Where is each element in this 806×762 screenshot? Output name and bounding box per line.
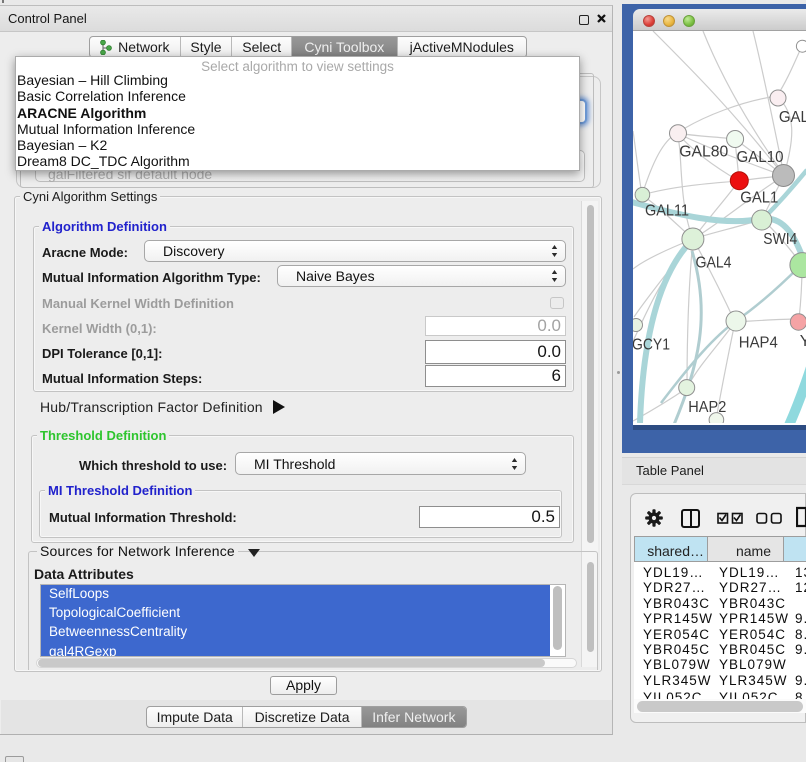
svg-text:GCY1: GCY1 (633, 337, 670, 354)
svg-text:GAL1: GAL1 (740, 190, 778, 207)
svg-text:SWI4: SWI4 (763, 231, 797, 248)
svg-text:GAL: GAL (779, 109, 806, 126)
svg-text:HAP2: HAP2 (688, 399, 726, 416)
svg-text:GAL4: GAL4 (696, 255, 732, 272)
svg-text:GAL80: GAL80 (679, 144, 728, 161)
svg-text:GAL11: GAL11 (645, 203, 689, 220)
svg-text:HAP4: HAP4 (739, 334, 778, 351)
svg-text:Y: Y (800, 333, 806, 350)
svg-text:GAL10: GAL10 (737, 149, 784, 166)
